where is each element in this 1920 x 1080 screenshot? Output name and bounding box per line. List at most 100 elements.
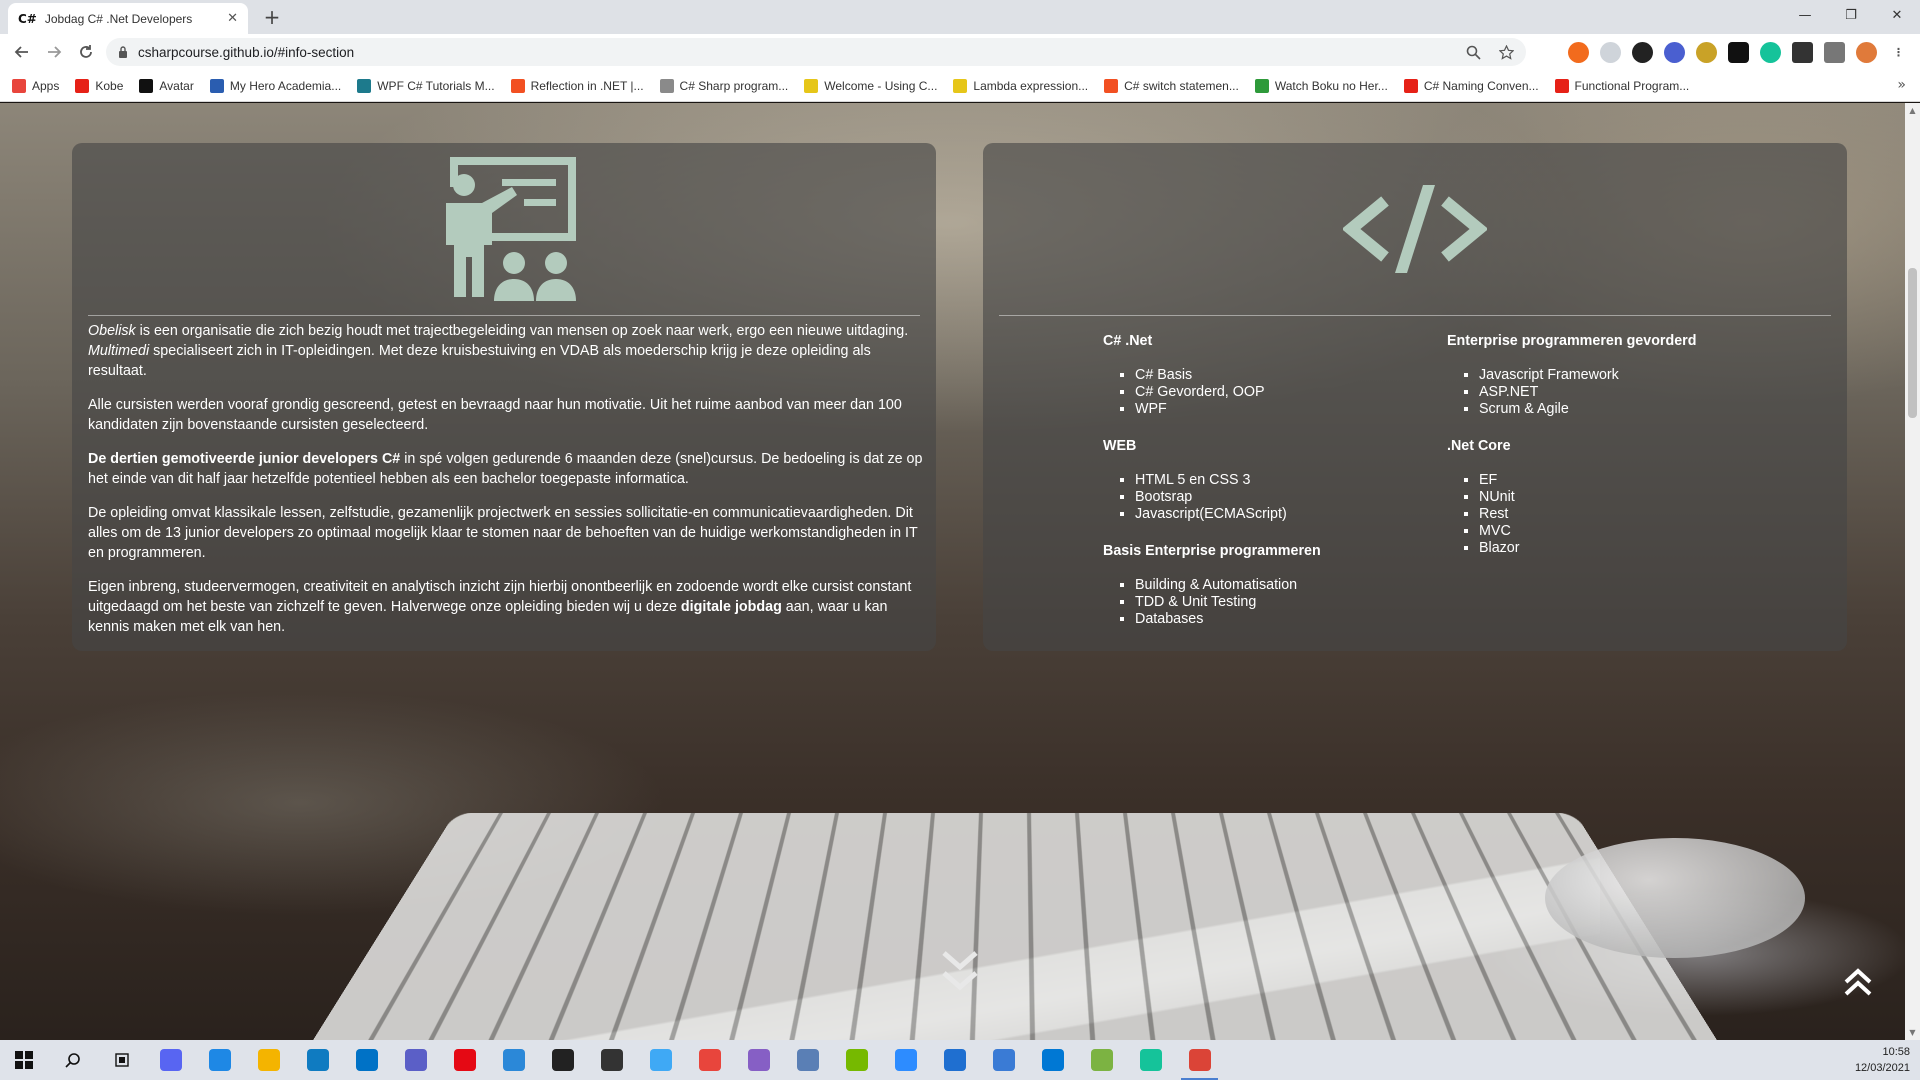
- app-icon: [796, 1049, 819, 1071]
- search-icon: [61, 1049, 84, 1071]
- menu-dots-icon[interactable]: ⋮: [1888, 42, 1909, 63]
- bookmark-star-icon[interactable]: [1499, 44, 1514, 60]
- bookmark-item[interactable]: C# Sharp program...: [659, 78, 788, 93]
- taskbar-app-button[interactable]: [1077, 1040, 1126, 1080]
- puzzle-icon[interactable]: [1824, 42, 1845, 63]
- microsoft-icon: [510, 78, 525, 93]
- taskbar-g-hub-button[interactable]: [538, 1040, 587, 1080]
- reload-icon: [80, 45, 92, 58]
- taskbar-app-button[interactable]: [685, 1040, 734, 1080]
- bookmark-item[interactable]: WPF C# Tutorials M...: [357, 78, 495, 93]
- mail-icon: [355, 1049, 378, 1071]
- url-text[interactable]: csharpcourse.github.io/#info-section: [138, 45, 354, 60]
- bookmark-item[interactable]: Apps: [12, 78, 59, 93]
- bookmark-item[interactable]: Kobe: [75, 78, 123, 93]
- grammarly-icon[interactable]: [1760, 42, 1781, 63]
- address-bar[interactable]: csharpcourse.github.io/#info-section: [106, 38, 1526, 66]
- start-button[interactable]: [0, 1040, 48, 1080]
- extension-icon[interactable]: [1664, 42, 1685, 63]
- taskbar-app-button[interactable]: [636, 1040, 685, 1080]
- scroll-up-arrow-icon[interactable]: ▲: [1905, 106, 1920, 115]
- bookmark-item[interactable]: C# switch statemen...: [1104, 78, 1239, 93]
- avatar[interactable]: [1856, 42, 1877, 63]
- taskbar-zoom-button[interactable]: [881, 1040, 930, 1080]
- bookmark-item[interactable]: Welcome - Using C...: [804, 78, 937, 93]
- taskbar-grammarly-button[interactable]: [1126, 1040, 1175, 1080]
- bookmark-item[interactable]: Watch Boku no Her...: [1254, 78, 1388, 93]
- taskbar-nvidia-button[interactable]: [832, 1040, 881, 1080]
- extension-icon[interactable]: [1568, 42, 1589, 63]
- app-icon: [992, 1049, 1015, 1071]
- taskbar-app-button[interactable]: [930, 1040, 979, 1080]
- section-divider: [999, 315, 1831, 316]
- bookmark-item[interactable]: My Hero Academia...: [209, 78, 341, 93]
- new-tab-button[interactable]: +: [258, 3, 286, 31]
- w3r-icon: [659, 78, 674, 93]
- background-keyboard: [297, 813, 1733, 1040]
- restore-button[interactable]: ❐: [1828, 0, 1874, 30]
- extension-icon[interactable]: [1696, 42, 1717, 63]
- bookmark-label: C# Naming Conven...: [1423, 78, 1539, 93]
- bookmark-item[interactable]: Lambda expression...: [953, 78, 1088, 93]
- avatar-icon: [139, 78, 154, 93]
- windows-logo-icon: [15, 1051, 33, 1069]
- csharp-favicon-icon: C#: [18, 11, 37, 26]
- bookmarks-overflow-icon[interactable]: »: [1897, 77, 1906, 93]
- taskbar-chrome-button[interactable]: [1175, 1040, 1224, 1080]
- extension-icon[interactable]: [1632, 42, 1653, 63]
- scrollbar-thumb[interactable]: [1908, 268, 1917, 418]
- taskbar-teams-button[interactable]: [391, 1040, 440, 1080]
- bookmark-item[interactable]: Functional Program...: [1554, 78, 1689, 93]
- forward-button[interactable]: [38, 36, 70, 68]
- bookmark-item[interactable]: Reflection in .NET |...: [510, 78, 644, 93]
- g-hub-icon: [551, 1049, 574, 1071]
- developers-paragraph: De dertien gemotiveerde junior developer…: [88, 451, 923, 487]
- page-viewport: Obelisk is een organisatie die zich bezi…: [0, 103, 1905, 1040]
- minimize-button[interactable]: —: [1782, 0, 1828, 30]
- taskbar-app-button[interactable]: [489, 1040, 538, 1080]
- taskbar-app-button[interactable]: [587, 1040, 636, 1080]
- list-item: EF: [1479, 472, 1787, 489]
- close-window-button[interactable]: ✕: [1874, 0, 1920, 30]
- background-mouse: [1545, 838, 1805, 958]
- extension-icon[interactable]: [1600, 42, 1621, 63]
- taskbar-app-button[interactable]: [979, 1040, 1028, 1080]
- taskbar-app-button[interactable]: [195, 1040, 244, 1080]
- curriculum-heading: C# .Net: [1103, 333, 1153, 349]
- extensions-area: ⋮: [1568, 42, 1909, 63]
- taskbar-mail-button[interactable]: [342, 1040, 391, 1080]
- zoom-icon[interactable]: [1466, 45, 1481, 60]
- tab-close-icon[interactable]: ✕: [227, 11, 238, 26]
- taskbar-netflix-button[interactable]: [440, 1040, 489, 1080]
- back-button[interactable]: [6, 36, 38, 68]
- bookmark-item[interactable]: C# Naming Conven...: [1403, 78, 1539, 93]
- intro-paragraph: Obelisk is een organisatie die zich bezi…: [88, 323, 909, 379]
- taskbar-edge-button[interactable]: [293, 1040, 342, 1080]
- browser-tab[interactable]: C# Jobdag C# .Net Developers ✕: [8, 3, 248, 34]
- taskbar-task-view-button[interactable]: [97, 1040, 146, 1080]
- list-item: MVC: [1479, 523, 1787, 540]
- file-explorer-icon: [257, 1049, 280, 1071]
- app-icon: [502, 1049, 525, 1071]
- system-clock[interactable]: 10:58 12/03/2021: [1855, 1044, 1910, 1076]
- taskbar-vscode-button[interactable]: [1028, 1040, 1077, 1080]
- curriculum-list: HTML 5 en CSS 3BootsrapJavascript(ECMASc…: [1135, 472, 1423, 523]
- jobdag-paragraph: Eigen inbreng, studeervermogen, creativi…: [88, 579, 912, 635]
- extension-icon[interactable]: [1792, 42, 1813, 63]
- extension-icon[interactable]: [1728, 42, 1749, 63]
- taskbar-visual-studio-button[interactable]: [734, 1040, 783, 1080]
- bookmark-item[interactable]: Avatar: [139, 78, 194, 93]
- visual-studio-icon: [747, 1049, 770, 1071]
- page-scrollbar[interactable]: ▲ ▼: [1905, 103, 1920, 1040]
- scroll-to-top-icon[interactable]: [1843, 966, 1873, 998]
- taskbar-app-button[interactable]: [783, 1040, 832, 1080]
- taskbar-search-button[interactable]: [48, 1040, 97, 1080]
- scroll-down-icon[interactable]: [940, 949, 980, 993]
- zoom-icon: [894, 1049, 917, 1071]
- taskbar-discord-button[interactable]: [146, 1040, 195, 1080]
- scroll-down-arrow-icon[interactable]: ▼: [1905, 1028, 1920, 1037]
- netflix-icon: [453, 1049, 476, 1071]
- reload-button[interactable]: [70, 36, 102, 68]
- curriculum-column-2: Enterprise programmeren gevorderd Javascr…: [1447, 333, 1787, 577]
- taskbar-file-explorer-button[interactable]: [244, 1040, 293, 1080]
